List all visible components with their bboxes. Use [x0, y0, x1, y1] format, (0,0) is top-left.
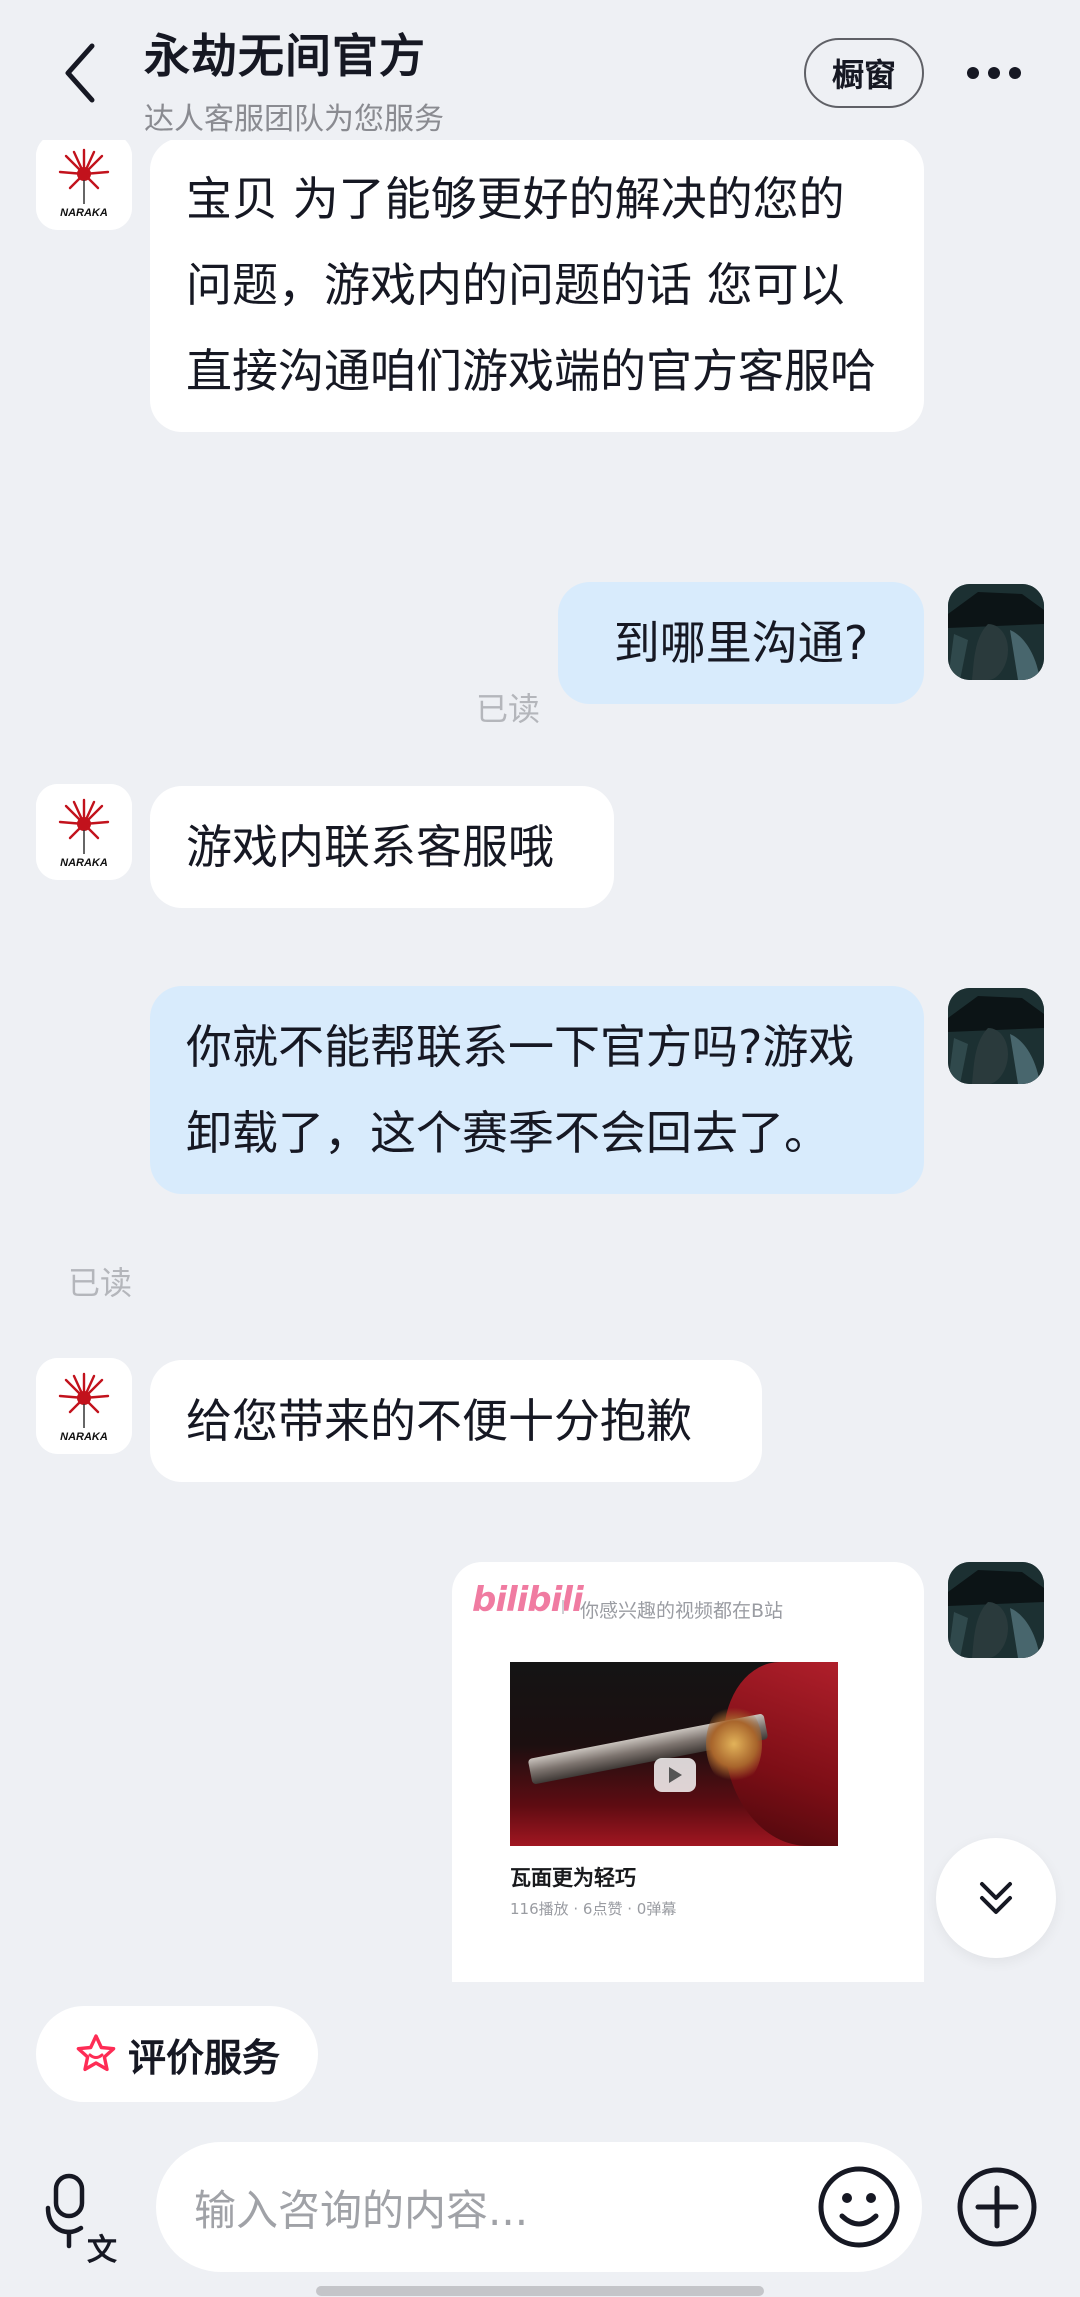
message-list[interactable]: NARAKA 宝贝 为了能够更好的解决的您的问题，游戏内的问题的话 您可以直接沟…	[0, 0, 1080, 1985]
chevron-double-down-icon	[980, 1882, 1012, 1914]
scroll-to-bottom-button[interactable]	[936, 1838, 1056, 1958]
user-avatar-image	[948, 988, 1044, 1084]
chat-header: 永劫无间官方 达人客服团队为您服务 橱窗	[0, 0, 1080, 140]
divider	[562, 1600, 564, 1614]
user-avatar-image	[948, 584, 1044, 680]
user-avatar[interactable]	[948, 988, 1044, 1084]
svg-text:NARAKA: NARAKA	[60, 1431, 108, 1443]
emoji-icon	[818, 2166, 900, 2248]
back-arrow-icon	[65, 43, 95, 103]
thumbnail-guard	[706, 1702, 762, 1786]
user-avatar[interactable]	[948, 1562, 1044, 1658]
shop-avatar[interactable]: NARAKA	[36, 134, 132, 230]
user-avatar-image	[948, 1562, 1044, 1658]
showcase-button[interactable]: 橱窗	[804, 38, 924, 108]
video-stats: 116播放 · 6点赞 · 0弹幕	[510, 1900, 677, 1918]
play-icon	[654, 1758, 696, 1792]
video-thumbnail[interactable]	[510, 1662, 838, 1846]
user-message[interactable]: 你就不能帮联系一下官方吗?游戏卸载了，这个赛季不会回去了。	[150, 986, 924, 1194]
page-subtitle: 达人客服团队为您服务	[144, 102, 444, 137]
more-dot	[988, 67, 1000, 79]
voice-translate-icon: 文	[45, 2173, 117, 2268]
page-title: 永劫无间官方	[144, 29, 426, 83]
svg-text:文: 文	[87, 2233, 117, 2268]
spider-lily-logo-icon: NARAKA	[36, 1358, 132, 1454]
rate-service-label: 评价服务	[128, 2035, 281, 2080]
back-button[interactable]	[48, 34, 112, 112]
message-input[interactable]: 输入咨询的内容...	[156, 2142, 922, 2272]
svg-text:NARAKA: NARAKA	[60, 857, 108, 869]
chat-screen: NARAKA 宝贝 为了能够更好的解决的您的问题，游戏内的问题的话 您可以直接沟…	[0, 0, 1080, 2297]
card-tagline: 你感兴趣的视频都在B站	[580, 1600, 784, 1622]
shop-avatar[interactable]: NARAKA	[36, 784, 132, 880]
spider-lily-logo-icon: NARAKA	[36, 784, 132, 880]
plus-button[interactable]	[956, 2166, 1038, 2248]
voice-translate-button[interactable]: 文	[44, 2168, 124, 2268]
svg-text:NARAKA: NARAKA	[60, 207, 108, 219]
more-icon[interactable]	[960, 50, 1028, 96]
more-dot	[1009, 67, 1021, 79]
plus-icon	[957, 2167, 1037, 2247]
shop-message[interactable]: 给您带来的不便十分抱歉	[150, 1360, 762, 1482]
shop-avatar[interactable]: NARAKA	[36, 1358, 132, 1454]
bilibili-logo: bilibili	[472, 1580, 584, 1620]
video-title: 瓦面更为轻巧	[510, 1866, 636, 1890]
more-dot	[967, 67, 979, 79]
video-share-card[interactable]: bilibili 你感兴趣的视频都在B站 瓦面更为轻巧 116播放 · 6点赞 …	[452, 1562, 924, 1982]
shop-message[interactable]: 宝贝 为了能够更好的解决的您的问题，游戏内的问题的话 您可以直接沟通咱们游戏端的…	[150, 138, 924, 432]
emoji-button[interactable]	[816, 2164, 902, 2250]
shop-message[interactable]: 游戏内联系客服哦	[150, 786, 614, 908]
read-status: 已读	[68, 1264, 133, 1302]
read-status: 已读	[476, 690, 541, 728]
user-message[interactable]: 到哪里沟通?	[558, 582, 924, 704]
user-avatar[interactable]	[948, 584, 1044, 680]
input-bar: 文 输入咨询的内容...	[0, 2130, 1080, 2297]
spider-lily-logo-icon: NARAKA	[36, 134, 132, 230]
star-icon	[76, 2034, 116, 2072]
home-indicator[interactable]	[316, 2286, 764, 2296]
rate-service-button[interactable]: 评价服务	[36, 2006, 318, 2102]
